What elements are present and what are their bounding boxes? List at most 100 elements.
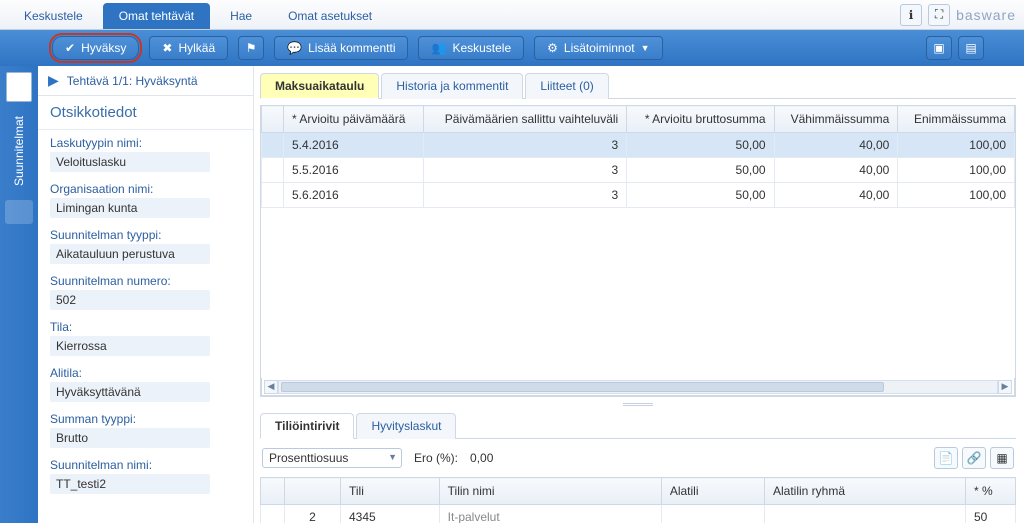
split-handle[interactable] — [260, 403, 1016, 406]
discuss-icon: 👥 — [431, 41, 446, 55]
label: Alitila: — [50, 366, 249, 380]
task-title: Tehtävä 1/1: Hyväksyntä — [67, 74, 198, 88]
schedule-grid: * Arvioitu päivämäärä Päivämäärien salli… — [261, 105, 1015, 208]
discuss-button[interactable]: 👥 Keskustele — [418, 36, 524, 60]
col-min[interactable]: Vähimmäissumma — [774, 106, 898, 133]
col-gross[interactable]: * Arvioitu bruttosumma — [627, 106, 774, 133]
label: Suunnitelman tyyppi: — [50, 228, 249, 242]
layout-a-button[interactable]: ▣ — [926, 36, 952, 60]
field-invoice-type: Laskutyypin nimi: Veloituslasku — [50, 136, 249, 172]
document-icon[interactable] — [6, 72, 32, 102]
top-bar: Keskustele Omat tehtävät Hae Omat asetuk… — [0, 0, 1024, 30]
horizontal-scrollbar[interactable]: ◀ ▶ — [261, 378, 1015, 396]
col-subaccount-group[interactable]: Alatilin ryhmä — [764, 478, 965, 505]
reject-button[interactable]: ✖ Hylkää — [149, 36, 228, 60]
table-icon: 📄 — [939, 451, 954, 465]
flag-button[interactable]: ⚑ — [238, 36, 264, 60]
header-fields[interactable]: Laskutyypin nimi: Veloituslasku Organisa… — [38, 130, 253, 523]
top-tabs: Keskustele Omat tehtävät Hae Omat asetuk… — [8, 0, 388, 29]
ero-label: Ero (%): — [414, 451, 458, 465]
label: Summan tyyppi: — [50, 412, 249, 426]
col-blank[interactable] — [261, 478, 285, 505]
tab-payment-schedule[interactable]: Maksuaikataulu — [260, 73, 379, 99]
add-comment-label: Lisää kommentti — [308, 41, 395, 55]
play-icon[interactable]: ▶ — [48, 72, 59, 89]
action-toolbar: ✔ Hyväksy ✖ Hylkää ⚑ 💬 Lisää kommentti 👥… — [0, 30, 1024, 66]
top-tab-my-tasks[interactable]: Omat tehtävät — [103, 3, 210, 29]
expand-icon[interactable]: ⛶ — [928, 4, 950, 26]
grid-action-3[interactable]: ▦ — [990, 447, 1014, 469]
field-sum-type: Summan tyyppi: Brutto — [50, 412, 249, 448]
link-icon: 🔗 — [967, 451, 982, 465]
col-account[interactable]: Tili — [341, 478, 440, 505]
layout-b-button[interactable]: ▤ — [958, 36, 984, 60]
col-range[interactable]: Päivämäärien sallittu vaihteluväli — [423, 106, 627, 133]
grid-action-1[interactable]: 📄 — [934, 447, 958, 469]
value: Hyväksyttävänä — [50, 382, 210, 402]
col-index[interactable] — [285, 478, 341, 505]
field-organization: Organisaation nimi: Limingan kunta — [50, 182, 249, 218]
col-selector[interactable] — [262, 106, 284, 133]
scroll-track[interactable] — [278, 380, 998, 394]
field-state: Tila: Kierrossa — [50, 320, 249, 356]
gear-icon: ⚙ — [547, 41, 558, 55]
grid-icon: ▦ — [996, 451, 1007, 465]
left-pane: ▶ Tehtävä 1/1: Hyväksyntä Otsikkotiedot … — [38, 66, 254, 523]
approve-button[interactable]: ✔ Hyväksy — [52, 36, 139, 60]
rail-label-plans[interactable]: Suunnitelmat — [12, 110, 26, 192]
table-row[interactable]: 5.5.2016350,0040,00100,00 — [262, 158, 1015, 183]
tab-coding-rows[interactable]: Tiliöintirivit — [260, 413, 354, 439]
more-label: Lisätoiminnot — [564, 41, 635, 55]
value: Veloituslasku — [50, 152, 210, 172]
top-tab-my-settings[interactable]: Omat asetukset — [272, 3, 388, 29]
scroll-left-icon[interactable]: ◀ — [264, 380, 278, 394]
col-pct[interactable]: * % — [966, 478, 1016, 505]
label: Suunnitelman numero: — [50, 274, 249, 288]
field-plan-name: Suunnitelman nimi: TT_testi2 — [50, 458, 249, 494]
check-icon: ✔ — [65, 41, 75, 55]
top-right: ℹ ⛶ basware — [900, 4, 1016, 26]
top-tab-search[interactable]: Hae — [214, 3, 268, 29]
table-row[interactable]: 5.4.2016350,0040,00100,00 — [262, 133, 1015, 158]
col-account-name[interactable]: Tilin nimi — [439, 478, 661, 505]
reject-label: Hylkää — [178, 41, 215, 55]
task-header: ▶ Tehtävä 1/1: Hyväksyntä — [38, 66, 253, 96]
add-comment-button[interactable]: 💬 Lisää kommentti — [274, 36, 408, 60]
tab-credit-invoices[interactable]: Hyvityslaskut — [356, 413, 456, 439]
scroll-right-icon[interactable]: ▶ — [998, 380, 1012, 394]
label: Laskutyypin nimi: — [50, 136, 249, 150]
chevron-down-icon: ▼ — [641, 43, 650, 53]
comment-icon: 💬 — [287, 41, 302, 55]
lower-tabs: Tiliöintirivit Hyvityslaskut — [260, 412, 1016, 439]
schedule-grid-wrap: * Arvioitu päivämäärä Päivämäärien salli… — [260, 105, 1016, 397]
col-max[interactable]: Enimmäissumma — [898, 106, 1015, 133]
ero-value: 0,00 — [470, 451, 493, 465]
scroll-thumb[interactable] — [281, 382, 884, 392]
table-row[interactable]: 24345It-palvelut50 — [261, 505, 1016, 523]
reject-icon: ✖ — [162, 41, 172, 55]
layout-icon: ▤ — [965, 41, 976, 55]
tab-history[interactable]: Historia ja kommentit — [381, 73, 523, 99]
tab-attachments[interactable]: Liitteet (0) — [525, 73, 608, 99]
col-subaccount[interactable]: Alatili — [661, 478, 764, 505]
approve-label: Hyväksy — [81, 41, 126, 55]
layout-icon: ▣ — [933, 41, 944, 55]
value: Kierrossa — [50, 336, 210, 356]
col-est-date[interactable]: * Arvioitu päivämäärä — [284, 106, 424, 133]
main-area: Suunnitelmat ▶ Tehtävä 1/1: Hyväksyntä O… — [0, 66, 1024, 523]
more-actions-button[interactable]: ⚙ Lisätoiminnot ▼ — [534, 36, 662, 60]
coding-grid: Tili Tilin nimi Alatili Alatilin ryhmä *… — [260, 477, 1016, 523]
brand-logo: basware — [956, 7, 1016, 23]
header-info-title: Otsikkotiedot — [38, 96, 253, 130]
field-plan-type: Suunnitelman tyyppi: Aikatauluun perustu… — [50, 228, 249, 264]
table-row[interactable]: 5.6.2016350,0040,00100,00 — [262, 183, 1015, 208]
info-icon[interactable]: ℹ — [900, 4, 922, 26]
value: Limingan kunta — [50, 198, 210, 218]
top-tab-discuss[interactable]: Keskustele — [8, 3, 99, 29]
value: Brutto — [50, 428, 210, 448]
grid-action-2[interactable]: 🔗 — [962, 447, 986, 469]
rail-item[interactable] — [5, 200, 33, 224]
allocation-type-select[interactable]: Prosenttiosuus — [262, 448, 402, 468]
discuss-label: Keskustele — [452, 41, 511, 55]
value: Aikatauluun perustuva — [50, 244, 210, 264]
